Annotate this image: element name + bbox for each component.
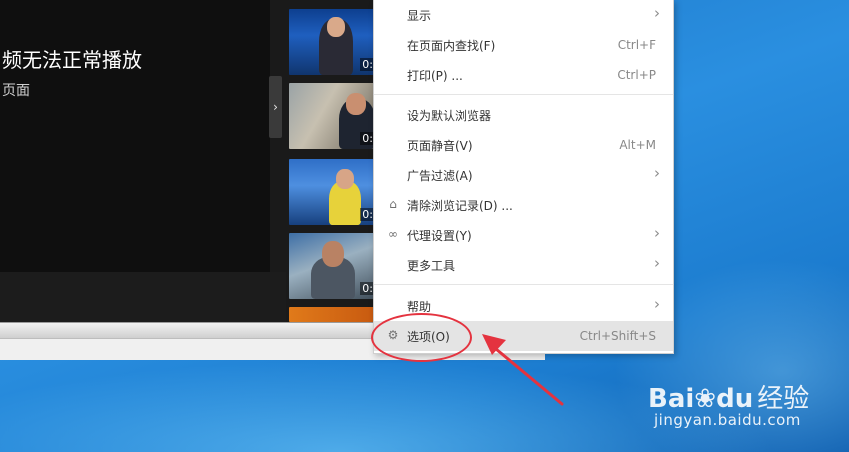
menu-item-shortcut: Ctrl+F (617, 38, 656, 52)
player-error-title: 频无法正常播放 (2, 48, 142, 72)
menu-item-ad-filter[interactable]: 广告过滤(A) › (374, 160, 673, 190)
menu-item-more-tools[interactable]: 更多工具 › (374, 250, 673, 280)
player-error-subtitle: 页面 (2, 83, 30, 99)
video-thumbnail[interactable]: 0: (289, 159, 375, 225)
video-thumbnail[interactable]: 0: (289, 83, 375, 149)
eraser-icon: ⌂ (389, 197, 397, 211)
menu-item-display[interactable]: 显示 › (374, 0, 673, 30)
chevron-right-icon: › (654, 295, 660, 313)
paw-icon: ❀ (694, 384, 717, 414)
chevron-right-icon: › (654, 164, 660, 182)
anchor-face (327, 17, 345, 37)
menu-item-shortcut: Alt+M (619, 138, 656, 152)
chevron-right-icon: › (273, 100, 278, 114)
chevron-right-icon: › (654, 4, 660, 22)
menu-item-clear-history[interactable]: ⌂ 清除浏览记录(D) ... (374, 190, 673, 220)
baidu-jingyan-watermark: Bai❀du 经验 jingyan.baidu.com (648, 378, 810, 438)
related-video-list: 0: 0: 0: 0: (286, 0, 376, 322)
browser-main-menu: 显示 › 在页面内查找(F) Ctrl+F 打印(P) ... Ctrl+P 设… (373, 0, 674, 354)
video-thumbnail[interactable]: 0: (289, 9, 375, 75)
video-player[interactable]: 频无法正常播放 页面 (0, 0, 270, 272)
menu-item-label: 打印(P) ... (407, 69, 463, 83)
menu-item-label: 页面静音(V) (407, 139, 473, 153)
menu-item-label: 广告过滤(A) (407, 169, 473, 183)
watermark-url: jingyan.baidu.com (654, 411, 801, 429)
menu-item-label: 设为默认浏览器 (407, 109, 492, 123)
menu-item-print[interactable]: 打印(P) ... Ctrl+P (374, 60, 673, 90)
person-face (346, 93, 366, 115)
chevron-right-icon: › (654, 224, 660, 242)
video-thumbnail[interactable]: 0: (289, 233, 375, 299)
menu-item-label: 更多工具 (407, 259, 456, 273)
video-thumbnail[interactable] (289, 307, 375, 322)
menu-separator (374, 94, 673, 95)
menu-item-set-default-browser[interactable]: 设为默认浏览器 (374, 100, 673, 130)
collapse-sidebar-button[interactable]: › (269, 76, 282, 138)
menu-item-shortcut: Ctrl+P (617, 68, 656, 82)
menu-item-label: 显示 (407, 9, 432, 23)
anchor-face (336, 169, 354, 189)
menu-item-find-in-page[interactable]: 在页面内查找(F) Ctrl+F (374, 30, 673, 60)
menu-item-proxy-settings[interactable]: ∞ 代理设置(Y) › (374, 220, 673, 250)
menu-item-mute-page[interactable]: 页面静音(V) Alt+M (374, 130, 673, 160)
person-face (322, 241, 344, 267)
menu-item-label: 清除浏览记录(D) ... (407, 199, 513, 213)
player-footer (0, 272, 290, 322)
chevron-right-icon: › (654, 254, 660, 272)
annotation-circle (371, 313, 472, 362)
menu-separator (374, 284, 673, 285)
menu-item-label: 在页面内查找(F) (407, 39, 496, 53)
watermark-brand: Bai❀du 经验 (648, 384, 810, 414)
link-icon: ∞ (388, 227, 398, 241)
menu-item-shortcut: Ctrl+Shift+S (579, 329, 656, 343)
menu-item-label: 代理设置(Y) (407, 229, 472, 243)
